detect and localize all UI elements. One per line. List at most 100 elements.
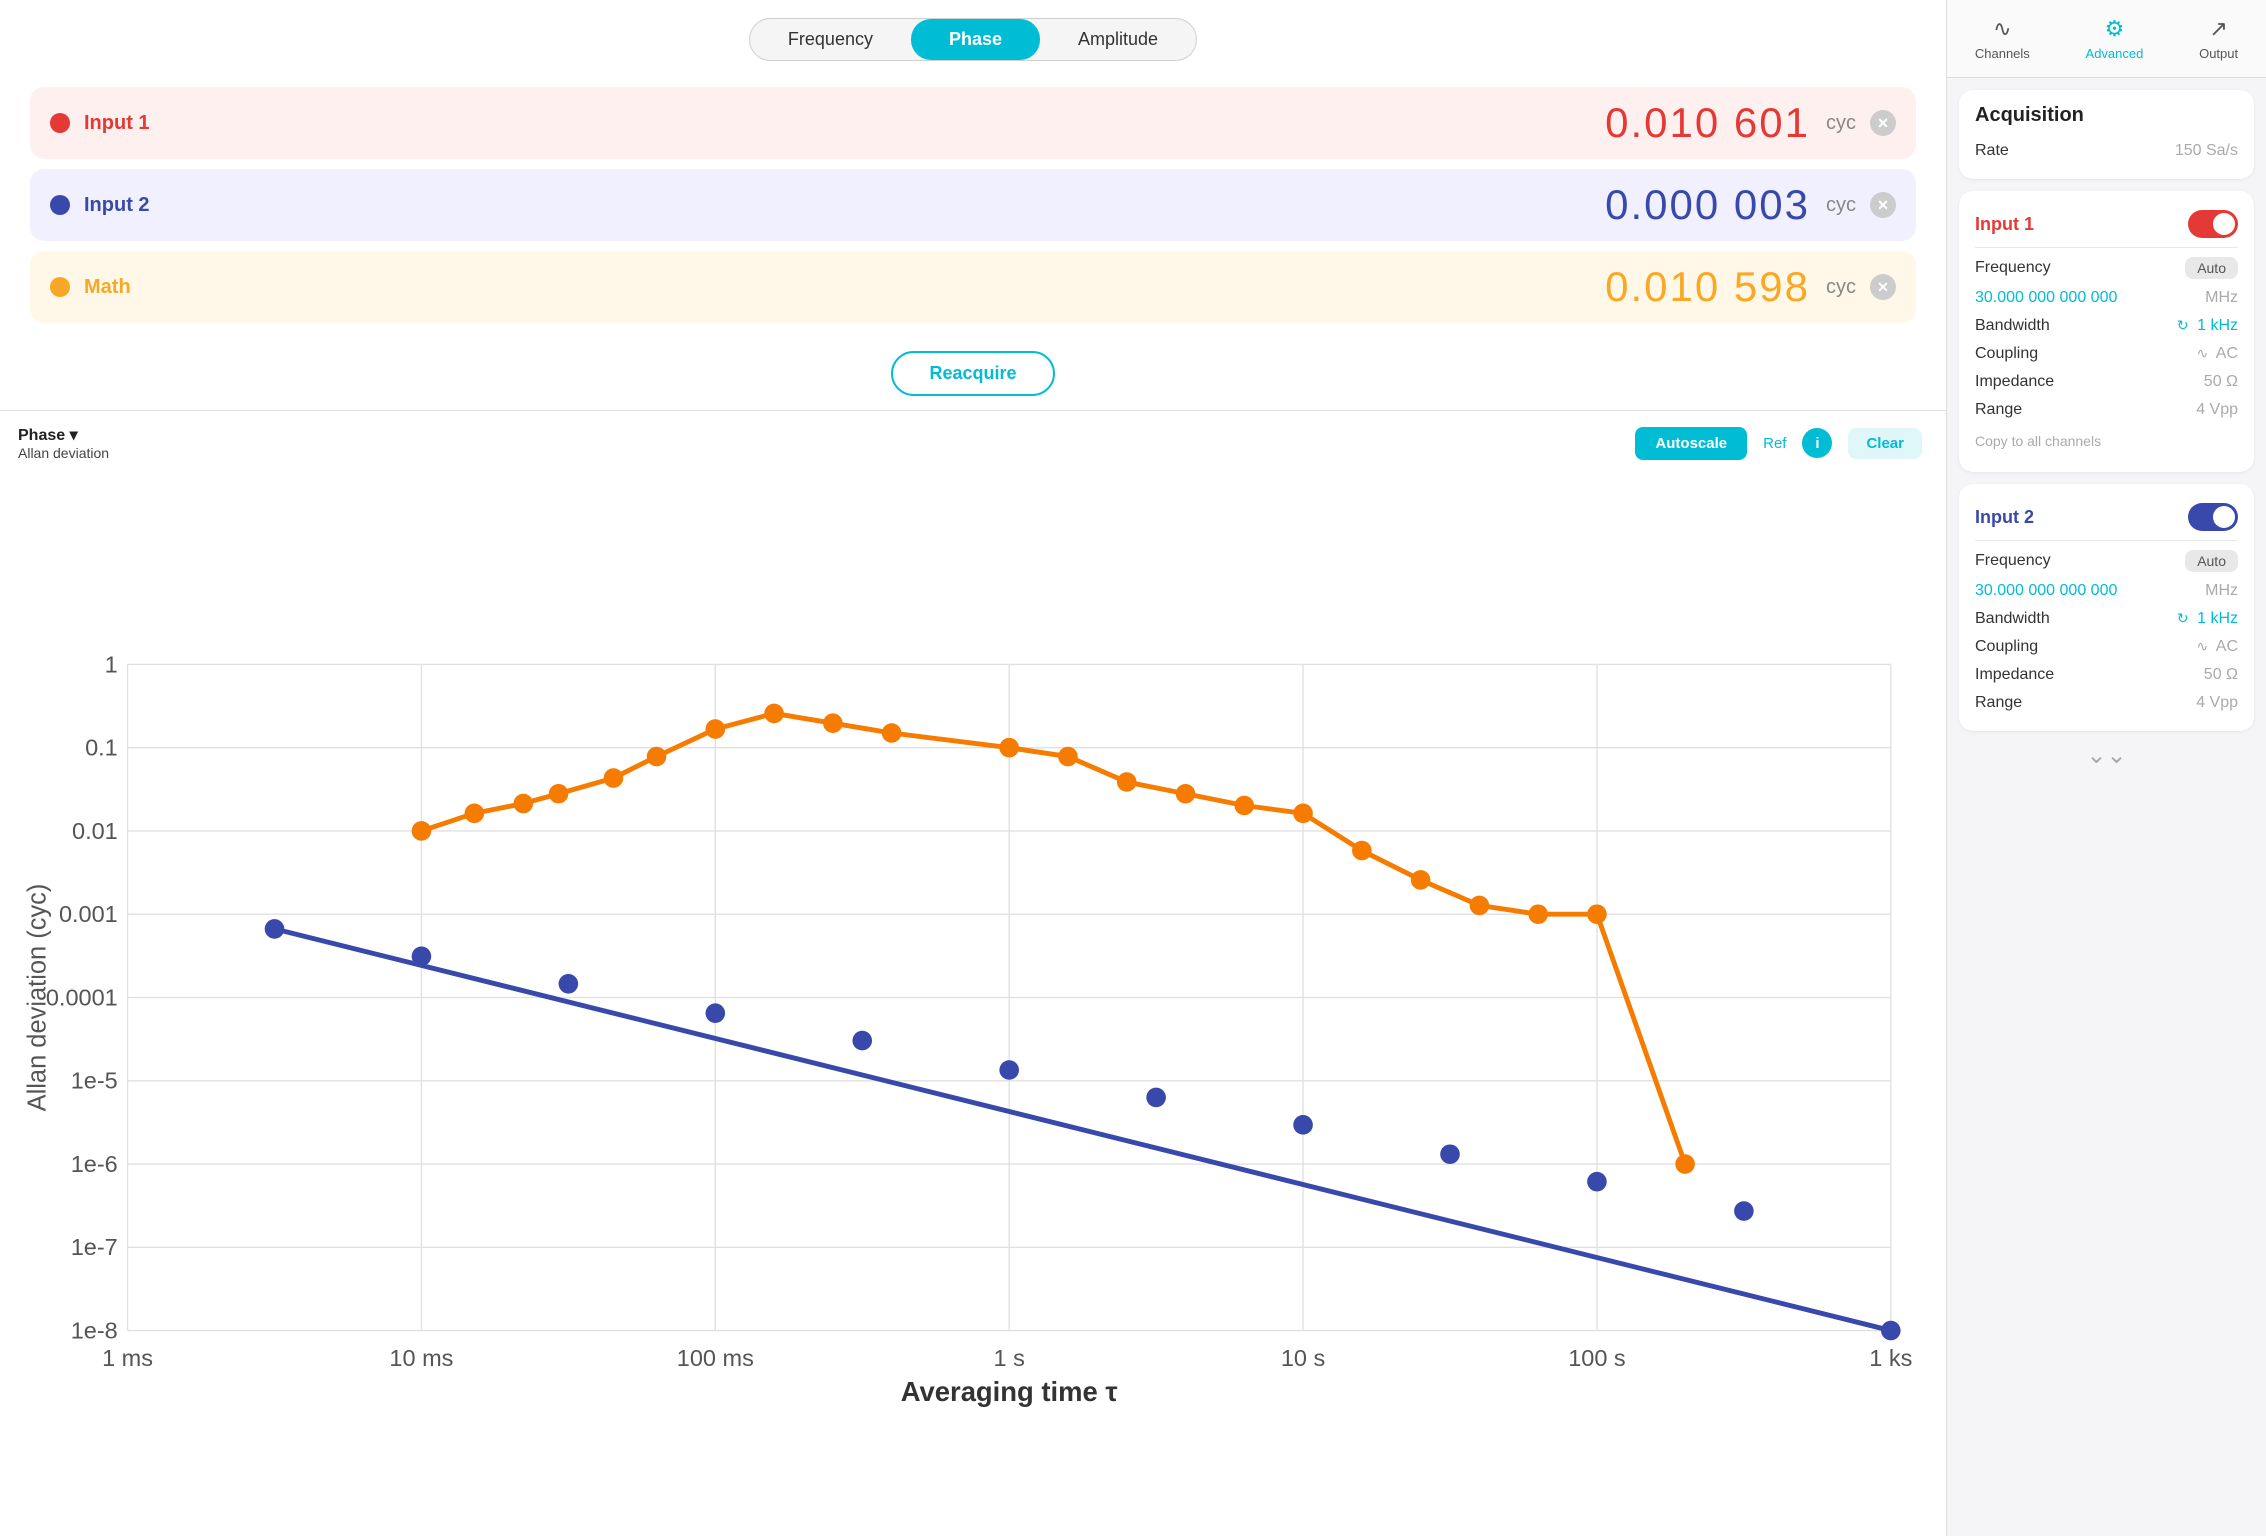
svg-text:0.001: 0.001: [59, 901, 118, 927]
input1-dot: [50, 113, 70, 133]
input2-impedance-value: 50 Ω: [2204, 666, 2238, 684]
sidebar-nav-channels[interactable]: ∿ Channels: [1959, 10, 2046, 67]
sidebar: ∿ Channels ⚙ Advanced ↗ Output Acquisiti…: [1946, 0, 2266, 1536]
svg-text:0.1: 0.1: [85, 735, 118, 761]
input2-section: Input 2 Frequency Auto 30.000 000 000 00…: [1959, 484, 2254, 731]
input1-freq-badge[interactable]: Auto: [2185, 257, 2238, 279]
input2-freq-value[interactable]: 30.000 000 000 000: [1975, 582, 2117, 600]
chart-clear-button[interactable]: Clear: [1848, 428, 1922, 459]
input1-section-title: Input 1: [1975, 214, 2034, 235]
tab-phase[interactable]: Phase: [911, 19, 1040, 60]
input1-toggle[interactable]: [2188, 210, 2238, 238]
input2-freq-label: Frequency: [1975, 552, 2051, 570]
math-unit: cyc: [1826, 276, 1856, 299]
svg-text:10 s: 10 s: [1281, 1345, 1325, 1371]
input2-freq-unit: MHz: [2205, 582, 2238, 600]
channels-label: Channels: [1975, 46, 2030, 61]
acquisition-rate-row: Rate 150 Sa/s: [1975, 137, 2238, 165]
input1-freq-value[interactable]: 30.000 000 000 000: [1975, 289, 2117, 307]
chart-info-button[interactable]: i: [1802, 428, 1832, 458]
input1-frequency-row: Frequency Auto: [1975, 252, 2238, 284]
input1-close-button[interactable]: ✕: [1870, 110, 1896, 136]
advanced-label: Advanced: [2086, 46, 2144, 61]
rate-label: Rate: [1975, 142, 2009, 160]
input1-value: 0.010 601: [204, 99, 1826, 147]
input2-coupling-row: Coupling ∿ AC: [1975, 633, 2238, 661]
sidebar-nav-advanced[interactable]: ⚙ Advanced: [2070, 10, 2160, 67]
measurement-input2: Input 2 0.000 003 cyc ✕: [30, 169, 1916, 241]
svg-text:1e-7: 1e-7: [71, 1234, 118, 1260]
measurements-list: Input 1 0.010 601 cyc ✕ Input 2 0.000 00…: [0, 77, 1946, 333]
ref-button[interactable]: Ref: [1763, 435, 1786, 452]
rate-value: 150 Sa/s: [2175, 142, 2238, 160]
channels-icon: ∿: [1993, 16, 2011, 42]
input2-bandwidth-row: Bandwidth ↻ 1 kHz: [1975, 605, 2238, 633]
input2-frequency-row: Frequency Auto: [1975, 545, 2238, 577]
sidebar-nav: ∿ Channels ⚙ Advanced ↗ Output: [1947, 0, 2266, 78]
input1-unit: cyc: [1826, 112, 1856, 135]
input2-bw-label: Bandwidth: [1975, 610, 2050, 628]
svg-text:1e-8: 1e-8: [71, 1317, 118, 1343]
math-label: Math: [84, 276, 204, 299]
autoscale-button[interactable]: Autoscale: [1635, 427, 1747, 460]
input2-range-row: Range 4 Vpp: [1975, 689, 2238, 717]
math-close-button[interactable]: ✕: [1870, 274, 1896, 300]
input2-coupling-label: Coupling: [1975, 638, 2038, 656]
tab-amplitude[interactable]: Amplitude: [1040, 19, 1196, 60]
input2-bw-value[interactable]: ↻ 1 kHz: [2177, 610, 2238, 628]
input2-range-value: 4 Vpp: [2196, 694, 2238, 712]
svg-text:100 ms: 100 ms: [677, 1345, 754, 1371]
input1-range-label: Range: [1975, 401, 2022, 419]
ac-icon-2: ∿: [2196, 638, 2208, 654]
input2-freq-badge[interactable]: Auto: [2185, 550, 2238, 572]
input1-bandwidth-row: Bandwidth ↻ 1 kHz: [1975, 312, 2238, 340]
refresh-icon: ↻: [2177, 317, 2189, 334]
input2-value: 0.000 003: [204, 181, 1826, 229]
input2-header-row: Input 2: [1975, 498, 2238, 536]
input1-freq-value-row: 30.000 000 000 000 MHz: [1975, 284, 2238, 312]
chart-header: Phase ▾ Allan deviation Autoscale Ref i …: [10, 421, 1930, 469]
input2-coupling-value: ∿ AC: [2196, 638, 2238, 656]
svg-text:1 ks: 1 ks: [1869, 1345, 1912, 1371]
tab-group: Frequency Phase Amplitude: [749, 18, 1197, 61]
input1-impedance-value: 50 Ω: [2204, 373, 2238, 391]
acquisition-title: Acquisition: [1975, 104, 2238, 127]
acquisition-section: Acquisition Rate 150 Sa/s: [1959, 90, 2254, 179]
input1-coupling-row: Coupling ∿ AC: [1975, 340, 2238, 368]
svg-text:1 ms: 1 ms: [102, 1345, 153, 1371]
svg-text:1e-6: 1e-6: [71, 1151, 118, 1177]
svg-text:Averaging time τ: Averaging time τ: [901, 1376, 1118, 1407]
copy-to-channels-row: Copy to all channels: [1975, 424, 2238, 458]
input1-freq-unit: MHz: [2205, 289, 2238, 307]
input2-freq-value-row: 30.000 000 000 000 MHz: [1975, 577, 2238, 605]
svg-text:100 s: 100 s: [1568, 1345, 1626, 1371]
reacquire-container: Reacquire: [0, 333, 1946, 410]
measurement-input1: Input 1 0.010 601 cyc ✕: [30, 87, 1916, 159]
chevron-down-icon[interactable]: ⌄⌄: [2086, 741, 2126, 770]
refresh-icon-2: ↻: [2177, 610, 2189, 627]
input2-toggle[interactable]: [2188, 503, 2238, 531]
chart-title[interactable]: Phase ▾: [18, 425, 1619, 445]
sidebar-nav-output[interactable]: ↗ Output: [2183, 10, 2254, 67]
input2-dot: [50, 195, 70, 215]
input1-coupling-label: Coupling: [1975, 345, 2038, 363]
input2-range-label: Range: [1975, 694, 2022, 712]
chart-svg-area: Allan deviation (cyc): [10, 469, 1930, 1526]
input1-header-row: Input 1: [1975, 205, 2238, 243]
input2-close-button[interactable]: ✕: [1870, 192, 1896, 218]
tab-frequency[interactable]: Frequency: [750, 19, 911, 60]
sidebar-bottom: ⌄⌄: [1947, 731, 2266, 780]
input2-impedance-row: Impedance 50 Ω: [1975, 661, 2238, 689]
svg-text:0.01: 0.01: [72, 818, 118, 844]
input1-bw-value[interactable]: ↻ 1 kHz: [2177, 317, 2238, 335]
svg-text:1e-5: 1e-5: [71, 1068, 118, 1094]
reacquire-button[interactable]: Reacquire: [891, 351, 1054, 396]
ac-icon: ∿: [2196, 345, 2208, 361]
tab-bar: Frequency Phase Amplitude: [0, 0, 1946, 77]
input1-bw-label: Bandwidth: [1975, 317, 2050, 335]
chart-title-group: Phase ▾ Allan deviation: [18, 425, 1619, 461]
input1-toggle-knob: [2213, 213, 2235, 235]
math-dot: [50, 277, 70, 297]
output-icon: ↗: [2209, 16, 2227, 42]
measurement-math: Math 0.010 598 cyc ✕: [30, 251, 1916, 323]
